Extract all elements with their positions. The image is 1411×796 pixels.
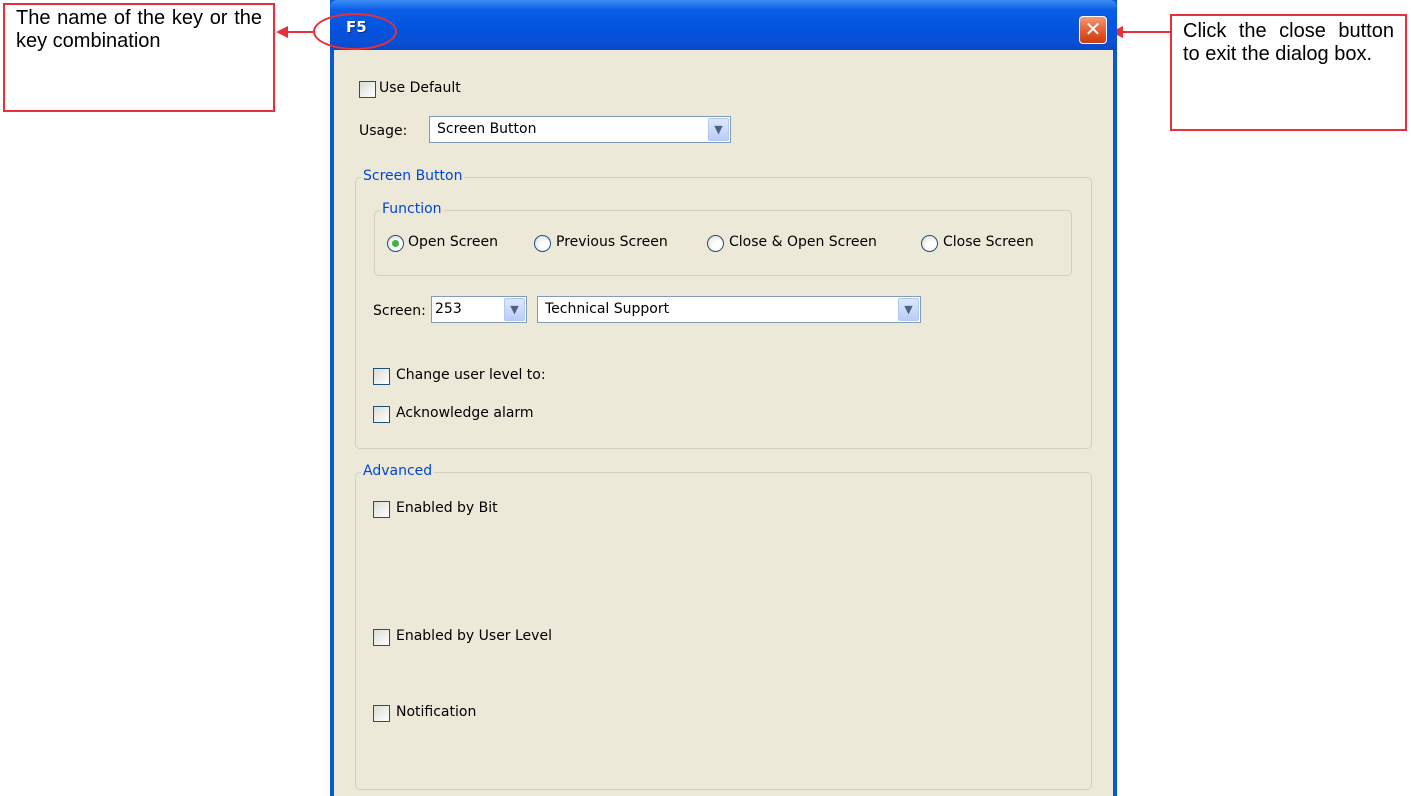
change-user-level-label: Change user level to:: [396, 367, 546, 383]
screen-label: Screen:: [373, 303, 426, 319]
close-open-screen-radio[interactable]: [707, 235, 724, 252]
enabled-by-bit-checkbox[interactable]: [373, 501, 390, 518]
screen-name-value: Technical Support: [545, 301, 670, 317]
change-user-level-checkbox[interactable]: [373, 368, 390, 385]
previous-screen-radio[interactable]: [534, 235, 551, 252]
screen-button-group-title: Screen Button: [361, 168, 465, 184]
chevron-down-icon[interactable]: ▼: [898, 298, 919, 321]
callout-right-arrow-line: [1123, 31, 1170, 33]
enabled-by-user-level-label: Enabled by User Level: [396, 628, 552, 644]
close-open-screen-label: Close & Open Screen: [729, 234, 877, 250]
function-group-title: Function: [380, 201, 444, 217]
notification-label: Notification: [396, 704, 477, 720]
acknowledge-alarm-label: Acknowledge alarm: [396, 405, 534, 421]
usage-dropdown[interactable]: Screen Button ▼: [429, 116, 731, 143]
chevron-down-icon[interactable]: ▼: [708, 118, 729, 141]
notification-checkbox[interactable]: [373, 705, 390, 722]
usage-label: Usage:: [359, 123, 408, 139]
close-screen-radio[interactable]: [921, 235, 938, 252]
advanced-group-title: Advanced: [361, 463, 435, 479]
enabled-by-bit-label: Enabled by Bit: [396, 500, 498, 516]
advanced-group: Advanced Enabled by Bit Enabled by User …: [355, 463, 1092, 790]
arrow-left-icon: [276, 26, 288, 38]
previous-screen-label: Previous Screen: [556, 234, 668, 250]
function-group: Function Open Screen Previous Screen Clo…: [374, 201, 1072, 276]
use-default-label: Use Default: [379, 80, 461, 96]
screen-button-group: Screen Button Function Open Screen Previ…: [355, 168, 1092, 449]
close-screen-label: Close Screen: [943, 234, 1034, 250]
callout-key-name-text: The name of the key or the key combinati…: [16, 7, 262, 52]
use-default-checkbox[interactable]: [359, 81, 376, 98]
screen-name-dropdown[interactable]: Technical Support ▼: [537, 296, 921, 323]
key-settings-dialog: F5 ✕ Use Default Usage: Screen Button ▼ …: [313, 0, 1117, 796]
usage-dropdown-value: Screen Button: [437, 121, 537, 137]
close-button[interactable]: ✕: [1079, 16, 1107, 44]
acknowledge-alarm-checkbox[interactable]: [373, 406, 390, 423]
title-highlight-ellipse: [313, 13, 397, 50]
callout-left-arrow-line: [287, 31, 314, 33]
callout-close-button-text: Click the close button to exit the dialo…: [1183, 20, 1394, 65]
callout-close-button: Click the close button to exit the dialo…: [1170, 14, 1407, 131]
callout-key-name: The name of the key or the key combinati…: [3, 3, 275, 112]
dialog-body: Use Default Usage: Screen Button ▼ Scree…: [334, 50, 1113, 796]
dialog-titlebar: F5 ✕: [313, 0, 1117, 50]
enabled-by-user-level-checkbox[interactable]: [373, 629, 390, 646]
close-icon: ✕: [1084, 17, 1102, 41]
screen-number-value: 253: [435, 301, 462, 317]
chevron-down-icon[interactable]: ▼: [504, 298, 525, 321]
screen-number-dropdown[interactable]: 253 ▼: [431, 296, 527, 323]
open-screen-label: Open Screen: [408, 234, 498, 250]
open-screen-radio[interactable]: [387, 235, 404, 252]
